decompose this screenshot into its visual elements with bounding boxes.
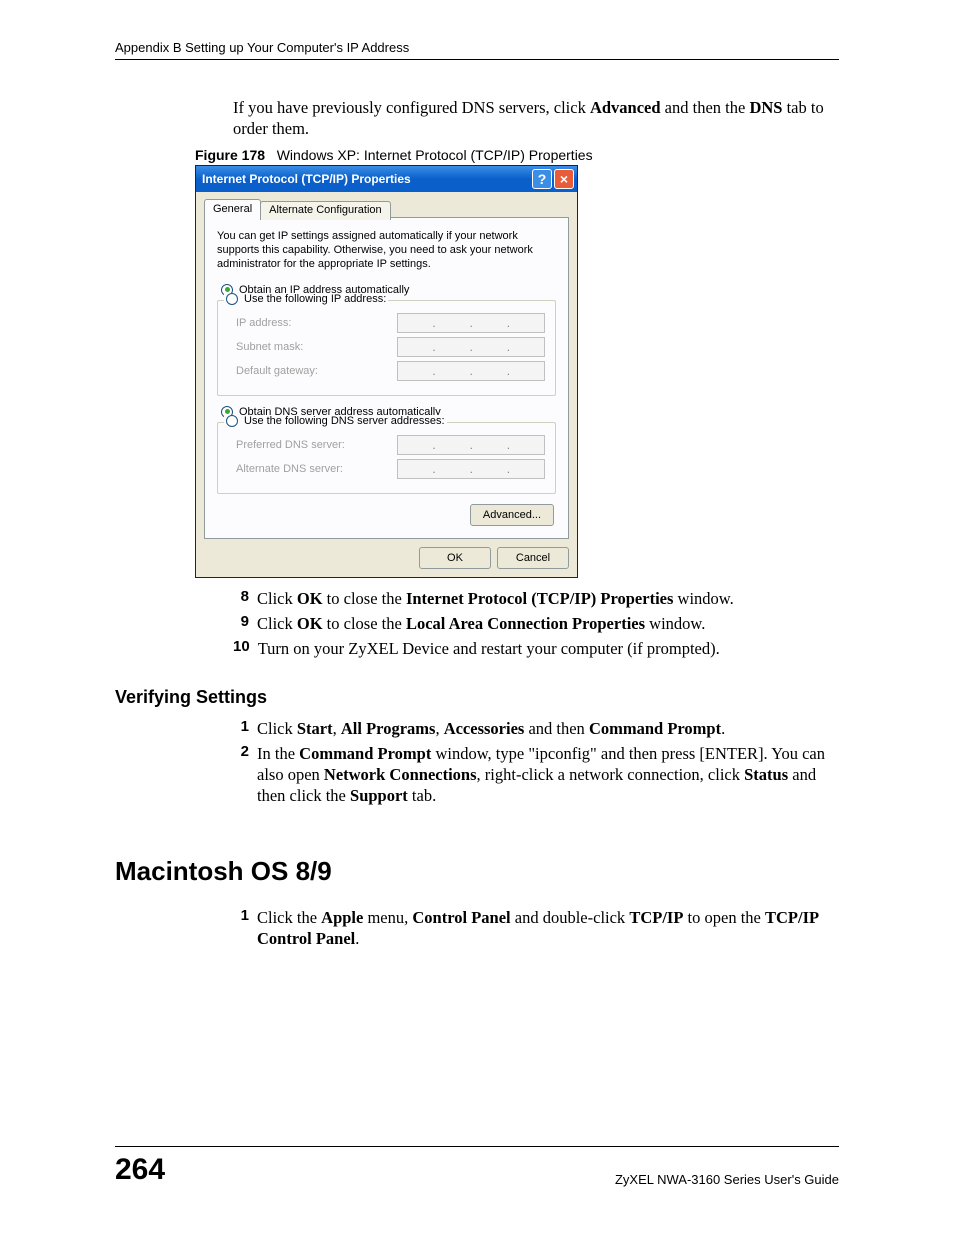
intro-mid: and then the [661,98,750,117]
alternate-dns-label: Alternate DNS server: [228,463,397,475]
intro-prefix: If you have previously configured DNS se… [233,98,590,117]
mac-step-1: 1 Click the Apple menu, Control Panel an… [233,907,839,949]
step-number: 9 [233,613,249,634]
running-head: Appendix B Setting up Your Computer's IP… [115,40,839,60]
intro-bold-advanced: Advanced [590,98,661,117]
help-icon[interactable]: ? [532,169,552,189]
subnet-mask-input: ... [397,337,545,357]
figure-caption: Figure 178 Windows XP: Internet Protocol… [195,147,839,163]
dialog-title: Internet Protocol (TCP/IP) Properties [202,172,411,186]
intro-bold-dns: DNS [749,98,782,117]
ip-group: Use the following IP address: IP address… [217,300,556,396]
cancel-button[interactable]: Cancel [497,547,569,569]
step-number: 10 [233,638,250,659]
default-gateway-input: ... [397,361,545,381]
step-number: 1 [233,718,249,739]
radio-icon[interactable] [226,293,238,305]
ip-address-input: ... [397,313,545,333]
dialog-tabs: General Alternate Configuration [204,199,569,218]
page-footer: 264 ZyXEL NWA-3160 Series User's Guide [115,1146,839,1187]
verifying-settings-heading: Verifying Settings [115,687,839,708]
dialog-description: You can get IP settings assigned automat… [217,230,556,271]
advanced-button[interactable]: Advanced... [470,504,554,526]
alternate-dns-input: ... [397,459,545,479]
dialog-panel: You can get IP settings assigned automat… [204,217,569,538]
steps-after-figure: 8 Click OK to close the Internet Protoco… [233,588,839,659]
step-8: 8 Click OK to close the Internet Protoco… [233,588,839,609]
intro-paragraph: If you have previously configured DNS se… [233,98,839,139]
verify-steps: 1 Click Start, All Programs, Accessories… [233,718,839,806]
step-9: 9 Click OK to close the Local Area Conne… [233,613,839,634]
tab-alternate-configuration[interactable]: Alternate Configuration [260,201,391,220]
guide-name: ZyXEL NWA-3160 Series User's Guide [615,1172,839,1187]
radio-icon[interactable] [226,415,238,427]
close-icon[interactable]: × [554,169,574,189]
radio-use-dns-row[interactable]: Use the following DNS server addresses: [224,415,447,427]
page-number: 264 [115,1153,165,1187]
figure-title: Windows XP: Internet Protocol (TCP/IP) P… [277,147,593,163]
preferred-dns-input: ... [397,435,545,455]
step-10-text: Turn on your ZyXEL Device and restart yo… [258,638,720,659]
radio-use-ip-row[interactable]: Use the following IP address: [224,293,388,305]
radio-use-ip-label: Use the following IP address: [244,293,386,305]
ok-button[interactable]: OK [419,547,491,569]
step-number: 1 [233,907,249,949]
step-number: 2 [233,743,249,806]
verify-step-2: 2 In the Command Prompt window, type "ip… [233,743,839,806]
macintosh-heading: Macintosh OS 8/9 [115,856,839,887]
radio-use-dns-label: Use the following DNS server addresses: [244,415,445,427]
mac-steps: 1 Click the Apple menu, Control Panel an… [233,907,839,949]
figure-number: Figure 178 [195,147,265,163]
dns-group: Use the following DNS server addresses: … [217,422,556,494]
xp-properties-dialog: Internet Protocol (TCP/IP) Properties ? … [195,165,578,577]
default-gateway-label: Default gateway: [228,365,397,377]
verify-step-1: 1 Click Start, All Programs, Accessories… [233,718,839,739]
preferred-dns-label: Preferred DNS server: [228,439,397,451]
dialog-titlebar[interactable]: Internet Protocol (TCP/IP) Properties ? … [196,166,577,192]
step-number: 8 [233,588,249,609]
step-10: 10 Turn on your ZyXEL Device and restart… [233,638,839,659]
subnet-mask-label: Subnet mask: [228,341,397,353]
ip-address-label: IP address: [228,317,397,329]
tab-general[interactable]: General [204,199,261,218]
